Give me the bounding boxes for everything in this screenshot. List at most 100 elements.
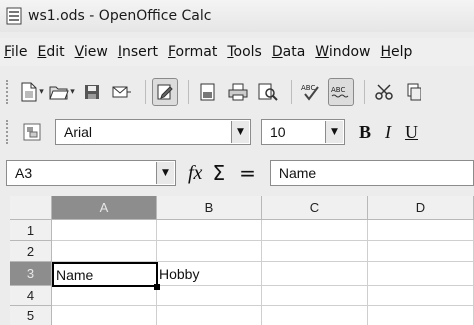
styles-icon <box>23 123 41 141</box>
export-pdf-icon <box>200 83 215 101</box>
row-header-2[interactable]: 2 <box>10 241 52 262</box>
cell-c2[interactable] <box>262 241 368 262</box>
cut-button[interactable] <box>371 78 397 106</box>
menu-window[interactable]: Window <box>315 44 370 60</box>
new-document-button[interactable]: ▾ <box>19 78 45 106</box>
cell-a1[interactable] <box>52 220 157 241</box>
copy-icon <box>407 83 421 101</box>
underline-button[interactable]: U <box>405 122 418 143</box>
cell-a4[interactable] <box>52 286 157 306</box>
name-box-value: A3 <box>15 165 33 181</box>
toolbar-grip[interactable] <box>6 120 9 144</box>
italic-button[interactable]: I <box>385 122 391 143</box>
export-pdf-button[interactable] <box>195 78 221 106</box>
fill-handle[interactable] <box>154 284 160 290</box>
select-all-corner[interactable] <box>10 196 52 220</box>
formula-bar: A3 ▼ fx Σ = Name <box>0 154 474 192</box>
svg-text:ABC: ABC <box>331 86 345 94</box>
toolbar-grip[interactable] <box>6 80 9 104</box>
function-icon[interactable]: = <box>239 161 256 185</box>
window-title: ws1.ods - OpenOffice Calc <box>28 8 212 24</box>
formatting-toolbar: Arial ▼ 10 ▼ B I U <box>0 114 474 150</box>
styles-button[interactable] <box>19 118 45 146</box>
bold-button[interactable]: B <box>359 122 371 143</box>
page-preview-button[interactable] <box>255 78 281 106</box>
column-header-d[interactable]: D <box>368 196 474 220</box>
row-header-5[interactable]: 5 <box>10 306 52 325</box>
toolbar-separator <box>188 80 189 104</box>
open-folder-icon <box>49 86 69 100</box>
name-box[interactable]: A3 ▼ <box>6 160 176 186</box>
title-bar: ws1.ods - OpenOffice Calc <box>0 0 474 32</box>
menu-bar: File Edit View Insert Format Tools Data … <box>0 38 474 66</box>
email-button[interactable] <box>109 78 135 106</box>
cell-b4[interactable] <box>157 286 262 306</box>
copy-button[interactable] <box>401 78 427 106</box>
cell-d4[interactable] <box>368 286 474 306</box>
cell-c3[interactable] <box>262 262 368 286</box>
column-header-c[interactable]: C <box>262 196 368 220</box>
page-preview-icon <box>258 83 278 101</box>
cell-b2[interactable] <box>157 241 262 262</box>
menu-help[interactable]: Help <box>381 44 413 60</box>
spreadsheet-grid: A B C D 1 2 3 4 5 Name Hobby <box>10 196 474 325</box>
cut-icon <box>375 84 393 100</box>
cell-b5[interactable] <box>157 306 262 325</box>
chevron-down-icon[interactable]: ▼ <box>156 162 174 184</box>
cell-d5[interactable] <box>368 306 474 325</box>
cell-a5[interactable] <box>52 306 157 325</box>
cell-b1[interactable] <box>157 220 262 241</box>
menu-view[interactable]: View <box>75 44 108 60</box>
menu-data[interactable]: Data <box>272 44 305 60</box>
sum-icon[interactable]: Σ <box>212 161 225 185</box>
menu-insert[interactable]: Insert <box>118 44 158 60</box>
toolbar-separator <box>291 80 292 104</box>
cell-d1[interactable] <box>368 220 474 241</box>
row-header-4[interactable]: 4 <box>10 286 52 306</box>
row-header-3[interactable]: 3 <box>10 262 52 286</box>
cell-c1[interactable] <box>262 220 368 241</box>
cell-c5[interactable] <box>262 306 368 325</box>
chevron-down-icon[interactable]: ▼ <box>325 121 343 143</box>
cell-d3[interactable] <box>368 262 474 286</box>
toolbar-separator <box>145 80 146 104</box>
font-size-value: 10 <box>270 124 286 140</box>
chevron-down-icon[interactable]: ▾ <box>70 87 75 97</box>
cell-a2[interactable] <box>52 241 157 262</box>
menu-file[interactable]: File <box>4 44 27 60</box>
cell-b3[interactable]: Hobby <box>157 262 262 286</box>
edit-file-icon <box>157 84 173 100</box>
function-wizard-icon[interactable]: fx <box>188 162 202 185</box>
cell-c4[interactable] <box>262 286 368 306</box>
column-header-b[interactable]: B <box>157 196 262 220</box>
svg-text:ABC: ABC <box>301 84 315 92</box>
new-document-icon <box>21 82 37 102</box>
font-size-combo[interactable]: 10 ▼ <box>261 119 345 145</box>
cell-a3[interactable]: Name <box>52 262 158 287</box>
autospellcheck-button[interactable]: ABC <box>328 78 354 106</box>
column-header-a[interactable]: A <box>52 196 157 220</box>
spellcheck-button[interactable]: ABC <box>298 78 324 106</box>
print-button[interactable] <box>225 78 251 106</box>
save-icon <box>85 85 99 99</box>
autospellcheck-icon: ABC <box>331 86 349 98</box>
menu-tools[interactable]: Tools <box>227 44 262 60</box>
font-name-value: Arial <box>64 124 93 140</box>
email-icon <box>112 86 131 98</box>
row-header-1[interactable]: 1 <box>10 220 52 241</box>
calc-app-icon <box>6 7 22 25</box>
menu-edit[interactable]: Edit <box>37 44 64 60</box>
menu-format[interactable]: Format <box>168 44 217 60</box>
spellcheck-icon: ABC <box>301 84 319 101</box>
save-button[interactable] <box>79 78 105 106</box>
open-button[interactable]: ▾ <box>49 78 75 106</box>
toolbar-separator <box>364 80 365 104</box>
print-icon <box>228 83 248 101</box>
chevron-down-icon[interactable]: ▼ <box>231 121 249 143</box>
formula-input[interactable]: Name <box>269 160 474 186</box>
chevron-down-icon[interactable]: ▾ <box>39 87 44 97</box>
cell-d2[interactable] <box>368 241 474 262</box>
standard-toolbar: ▾ ▾ ABC ABC <box>0 72 474 112</box>
edit-file-button[interactable] <box>152 78 178 106</box>
font-name-combo[interactable]: Arial ▼ <box>55 119 251 145</box>
